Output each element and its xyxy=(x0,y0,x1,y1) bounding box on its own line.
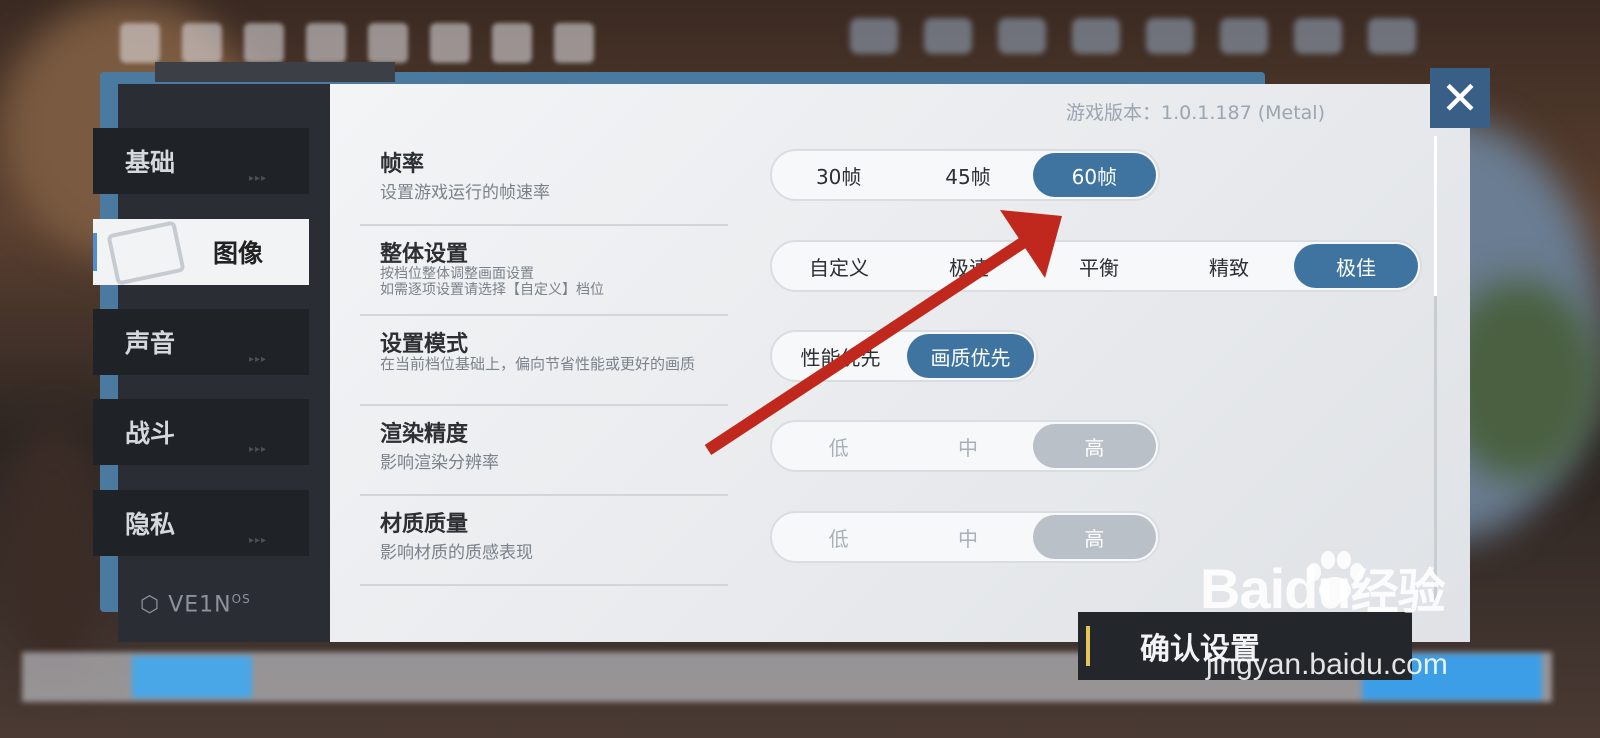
option-60fps[interactable]: 60帧 xyxy=(1032,153,1157,197)
setting-title: 帧率 xyxy=(380,152,425,177)
framerate-selector: 30帧 45帧 60帧 xyxy=(770,149,1160,201)
close-icon: ✕ xyxy=(1440,71,1480,125)
watermark-brand: Bai xyxy=(1200,557,1285,620)
setting-desc-line: 按档位整体调整画面设置 xyxy=(380,266,534,282)
chevrons-icon: ▸▸▸ xyxy=(248,535,267,546)
panel-frame-tab xyxy=(155,62,395,82)
sidebar-item-graphics[interactable]: 图像 xyxy=(93,219,309,286)
setting-desc: 影响材质的质感表现 xyxy=(380,543,533,563)
setting-row-framerate: 帧率 设置游戏运行的帧速率 xyxy=(360,134,728,226)
sidebar-item-combat[interactable]: 战斗 ▸▸▸ xyxy=(93,399,309,465)
setting-title: 设置模式 xyxy=(380,332,469,357)
watermark-url: jingyan.baidu.com xyxy=(1206,648,1448,681)
cube-logo-icon: ⬡ xyxy=(140,592,161,618)
sidebar-item-label: 声音 xyxy=(125,329,176,358)
sidebar-item-privacy[interactable]: 隐私 ▸▸▸ xyxy=(93,490,309,556)
setting-row-texture-quality: 材质质量 影响材质的质感表现 xyxy=(360,494,728,586)
option-high: 高 xyxy=(1032,515,1157,559)
setting-row-render-precision: 渲染精度 影响渲染分辨率 xyxy=(360,404,728,496)
option-high: 高 xyxy=(1032,424,1157,468)
option-quality[interactable]: 画质优先 xyxy=(906,334,1034,378)
option-ultra[interactable]: 极佳 xyxy=(1294,244,1418,288)
render-precision-selector: 低 中 高 xyxy=(770,420,1160,472)
confirm-accent-bar xyxy=(1086,626,1090,666)
hud-icon-row xyxy=(120,18,594,68)
sidebar-item-label: 战斗 xyxy=(125,419,176,448)
option-fastest[interactable]: 极速 xyxy=(904,244,1034,288)
option-low: 低 xyxy=(828,435,849,460)
option-medium: 中 xyxy=(957,526,978,551)
option-balanced[interactable]: 平衡 xyxy=(1034,244,1164,288)
logo-text: VE1N xyxy=(168,592,232,618)
setting-desc: 影响渲染分辨率 xyxy=(380,453,499,473)
game-version: 游戏版本：1.0.1.187 (Metal) xyxy=(1066,102,1325,124)
chevrons-icon: ▸▸▸ xyxy=(248,354,267,365)
setting-row-preset: 整体设置 按档位整体调整画面设置 如需逐项设置请选择【自定义】档位 xyxy=(360,224,728,316)
setting-desc: 设置游戏运行的帧速率 xyxy=(380,183,550,203)
chevrons-icon: ▸▸▸ xyxy=(248,173,267,184)
option-performance[interactable]: 性能优先 xyxy=(774,334,907,378)
scrollbar-thumb[interactable] xyxy=(1434,136,1437,296)
option-fine[interactable]: 精致 xyxy=(1164,244,1294,288)
close-button[interactable]: ✕ xyxy=(1430,68,1490,128)
setting-title: 整体设置 xyxy=(380,242,469,267)
setting-desc: 按档位整体调整画面设置 如需逐项设置请选择【自定义】档位 xyxy=(380,266,604,298)
setting-desc-line: 如需逐项设置请选择【自定义】档位 xyxy=(380,282,604,298)
sidebar-item-label: 图像 xyxy=(213,239,264,268)
vein-os-logo: ⬡ VE1NOS xyxy=(140,592,251,617)
hud-currency-row xyxy=(850,18,1416,54)
chevrons-icon: ▸▸▸ xyxy=(248,444,267,455)
paw-icon xyxy=(1307,551,1364,603)
texture-quality-selector: 低 中 高 xyxy=(770,511,1160,563)
sidebar-item-label: 隐私 xyxy=(125,510,176,539)
option-45fps[interactable]: 45帧 xyxy=(903,153,1032,197)
logo-sup: OS xyxy=(231,592,251,606)
sidebar-item-audio[interactable]: 声音 ▸▸▸ xyxy=(93,309,309,375)
option-30fps[interactable]: 30帧 xyxy=(774,153,903,197)
setting-title: 材质质量 xyxy=(380,512,469,537)
setting-desc: 在当前档位基础上，偏向节省性能或更好的画质 xyxy=(380,355,696,373)
option-custom[interactable]: 自定义 xyxy=(774,244,904,288)
mode-selector: 性能优先 画质优先 xyxy=(770,330,1038,382)
setting-title: 渲染精度 xyxy=(380,422,469,447)
sidebar-item-basic[interactable]: 基础 ▸▸▸ xyxy=(93,128,309,194)
active-indicator xyxy=(93,233,97,271)
sidebar-item-label: 基础 xyxy=(125,148,176,177)
option-low: 低 xyxy=(828,526,849,551)
option-medium: 中 xyxy=(957,435,978,460)
image-icon xyxy=(106,220,186,286)
preset-selector: 自定义 极速 平衡 精致 极佳 xyxy=(770,240,1422,292)
baidu-watermark: Baidu经验 jingyan.baidu.com xyxy=(1200,551,1448,681)
settings-sidebar: 基础 ▸▸▸ 图像 声音 ▸▸▸ 战斗 ▸▸▸ 隐私 ▸▸▸ ⬡ VE1NOS xyxy=(93,84,330,642)
setting-row-mode: 设置模式 在当前档位基础上，偏向节省性能或更好的画质 xyxy=(360,314,728,406)
